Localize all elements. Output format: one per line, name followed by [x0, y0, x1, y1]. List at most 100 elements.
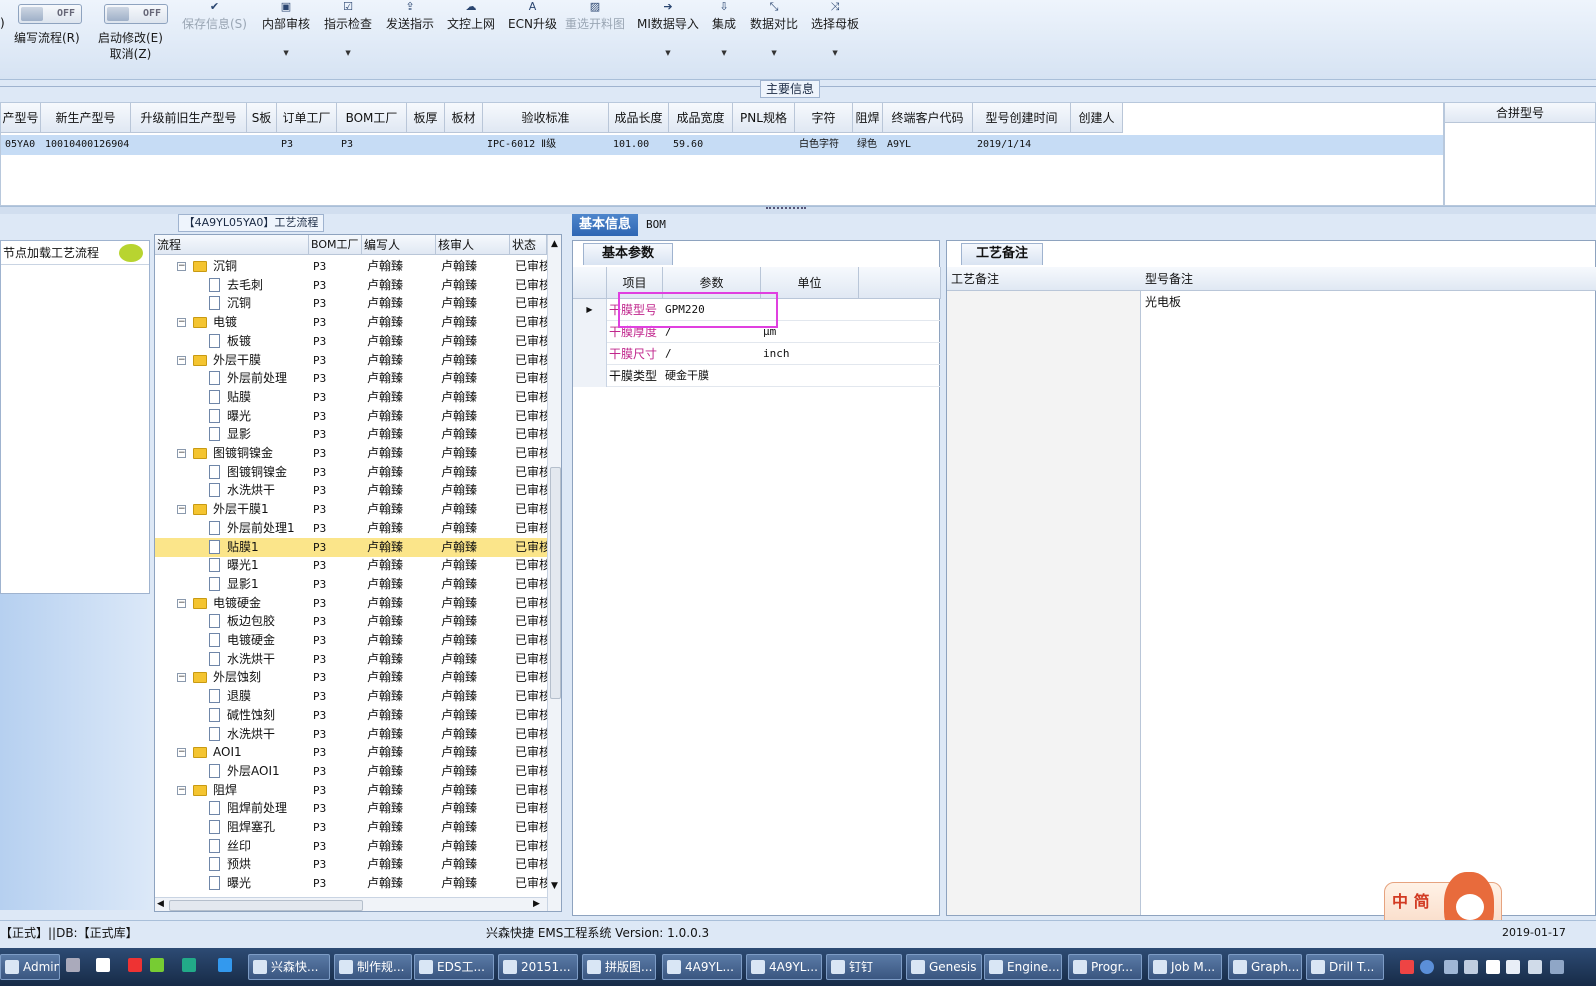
collapse-icon[interactable]: −: [177, 355, 186, 365]
tree-row[interactable]: 板镀 P3 卢翰臻 卢翰臻 已审核: [155, 332, 547, 351]
tree-row[interactable]: − 外层干膜 P3 卢翰臻 卢翰臻 已审核: [155, 351, 547, 370]
main-info-col-header[interactable]: S板: [247, 103, 277, 133]
edit-flow-toggle[interactable]: OFF: [18, 4, 82, 24]
taskbar-item[interactable]: Admin...: [0, 954, 60, 980]
main-info-col-header[interactable]: 升级前旧生产型号: [131, 103, 247, 133]
tree-header-reviewer[interactable]: 核审人: [436, 235, 510, 255]
main-info-col-header[interactable]: PNL规格: [733, 103, 795, 133]
edit-flow-button[interactable]: 编写流程(R): [14, 30, 80, 50]
main-info-cell[interactable]: 白色字符: [795, 135, 853, 155]
collapse-icon[interactable]: −: [177, 785, 186, 795]
main-info-col-header[interactable]: 新生产型号: [41, 103, 131, 133]
main-info-cell[interactable]: 2019/1/14: [973, 135, 1071, 155]
tree-row[interactable]: 板边包胶 P3 卢翰臻 卢翰臻 已审核: [155, 612, 547, 631]
network-tray-icon[interactable]: [1486, 960, 1500, 974]
main-info-cell[interactable]: 10010400126904: [41, 135, 131, 155]
chevron-down-icon[interactable]: ▼: [262, 46, 310, 60]
main-info-col-header[interactable]: 板厚: [407, 103, 445, 133]
chevron-down-icon[interactable]: ▼: [324, 46, 372, 60]
taskbar-item[interactable]: Drill T...: [1306, 954, 1384, 980]
taskbar-item[interactable]: Engine...: [984, 954, 1062, 980]
chevron-down-icon[interactable]: ▼: [811, 46, 859, 60]
tree-row[interactable]: 阻焊塞孔 P3 卢翰臻 卢翰臻 已审核: [155, 818, 547, 837]
main-info-col-header[interactable]: 验收标准: [483, 103, 609, 133]
collapse-icon[interactable]: −: [177, 449, 186, 458]
tree-row[interactable]: 水洗烘干 P3 卢翰臻 卢翰臻 已审核: [155, 725, 547, 744]
collapse-icon[interactable]: −: [177, 598, 186, 608]
main-info-col-header[interactable]: 成品长度: [609, 103, 669, 133]
tree-row[interactable]: − 外层干膜1 P3 卢翰臻 卢翰臻 已审核: [155, 500, 547, 519]
window-tray-icon[interactable]: [1444, 960, 1458, 974]
taskbar-app-icon[interactable]: [128, 958, 142, 972]
taskbar-item[interactable]: Graph...: [1228, 954, 1302, 980]
main-info-cell[interactable]: [445, 135, 483, 155]
main-info-cell[interactable]: [1071, 135, 1123, 155]
collapse-icon[interactable]: −: [177, 673, 186, 683]
horizontal-splitter[interactable]: [0, 206, 1596, 214]
check-instruction-button[interactable]: ☑ 指示检查 ▼: [324, 0, 372, 80]
tree-row[interactable]: − 沉铜 P3 卢翰臻 卢翰臻 已审核: [155, 257, 547, 276]
tree-header-status[interactable]: 状态: [510, 235, 547, 255]
main-info-cell[interactable]: IPC-6012 Ⅱ级: [483, 135, 609, 155]
main-info-cell[interactable]: 101.00: [609, 135, 669, 155]
tree-row[interactable]: 去毛刺 P3 卢翰臻 卢翰臻 已审核: [155, 276, 547, 295]
tree-header-bom[interactable]: BOM工厂: [309, 235, 362, 255]
doc-upload-button[interactable]: ☁ 文控上网: [447, 0, 495, 80]
main-info-cell[interactable]: P3: [337, 135, 407, 155]
scroll-left-icon[interactable]: ◀: [157, 899, 164, 909]
tree-row[interactable]: − 阻焊 P3 卢翰臻 卢翰臻 已审核: [155, 781, 547, 800]
battery-tray-icon[interactable]: [1528, 960, 1542, 974]
tree-row[interactable]: 贴膜 P3 卢翰臻 卢翰臻 已审核: [155, 388, 547, 407]
reselect-cutting-button[interactable]: ▨ 重选开料图: [565, 0, 625, 80]
tree-row[interactable]: 曝光 P3 卢翰臻 卢翰臻 已审核: [155, 407, 547, 426]
scroll-up-icon[interactable]: ▲: [551, 239, 558, 249]
taskbar-app-icon[interactable]: [96, 958, 110, 972]
main-info-col-header[interactable]: 阻焊: [853, 103, 883, 133]
taskbar-item[interactable]: 制作规...: [334, 954, 412, 980]
main-info-col-header[interactable]: 创建人: [1071, 103, 1123, 133]
param-row[interactable]: 干膜尺寸 / inch: [573, 343, 941, 365]
main-info-cell[interactable]: A9YL: [883, 135, 973, 155]
main-info-cell[interactable]: 05YA0: [1, 135, 41, 155]
scroll-right-icon[interactable]: ▶: [533, 899, 540, 909]
main-info-col-header[interactable]: 板材: [445, 103, 483, 133]
collapse-icon[interactable]: −: [177, 748, 186, 758]
chevron-down-icon[interactable]: ▼: [712, 46, 736, 60]
main-info-cell[interactable]: 59.60: [669, 135, 733, 155]
tree-row[interactable]: − AOI1 P3 卢翰臻 卢翰臻 已审核: [155, 743, 547, 762]
tree-row[interactable]: 外层前处理1 P3 卢翰臻 卢翰臻 已审核: [155, 519, 547, 538]
tree-row[interactable]: 沉铜 P3 卢翰臻 卢翰臻 已审核: [155, 294, 547, 313]
main-info-col-header[interactable]: 成品宽度: [669, 103, 733, 133]
tab-bom[interactable]: BOM: [646, 214, 666, 236]
taskbar-app-icon[interactable]: [218, 958, 232, 972]
integrate-button[interactable]: ⇩ 集成 ▼: [712, 0, 736, 80]
start-edit-button[interactable]: 启动修改(E) 取消(Z): [98, 30, 163, 64]
param-value[interactable]: /: [665, 343, 672, 365]
main-info-col-header[interactable]: 订单工厂: [277, 103, 337, 133]
tree-row[interactable]: 电镀硬金 P3 卢翰臻 卢翰臻 已审核: [155, 631, 547, 650]
model-notes-value[interactable]: 光电板: [1145, 293, 1181, 310]
taskbar-item[interactable]: Progr...: [1068, 954, 1142, 980]
tree-row[interactable]: 曝光1 P3 卢翰臻 卢翰臻 已审核: [155, 556, 547, 575]
param-value[interactable]: 硬金干膜: [665, 365, 709, 387]
help-tray-icon[interactable]: [1420, 960, 1434, 974]
taskbar-item[interactable]: 4A9YL...: [662, 954, 742, 980]
taskbar-item[interactable]: 4A9YL...: [746, 954, 822, 980]
tree-row[interactable]: 水洗烘干 P3 卢翰臻 卢翰臻 已审核: [155, 650, 547, 669]
main-info-cell[interactable]: [131, 135, 247, 155]
chevron-down-icon[interactable]: ▼: [750, 46, 798, 60]
taskbar-item[interactable]: 拼版图...: [582, 954, 656, 980]
taskbar-app-icon[interactable]: [150, 958, 164, 972]
tree-row[interactable]: 显影1 P3 卢翰臻 卢翰臻 已审核: [155, 575, 547, 594]
collapse-icon[interactable]: −: [177, 505, 186, 515]
send-instruction-button[interactable]: ⇪ 发送指示: [386, 0, 434, 80]
scroll-down-icon[interactable]: ▼: [551, 881, 558, 891]
taskbar-item[interactable]: Job M...: [1148, 954, 1222, 980]
param-row[interactable]: 干膜类型 硬金干膜: [573, 365, 941, 387]
tree-header-flow[interactable]: 流程: [155, 235, 309, 255]
main-info-col-header[interactable]: 型号创建时间: [973, 103, 1071, 133]
taskbar-app-icon[interactable]: [182, 958, 196, 972]
main-info-col-header[interactable]: BOM工厂: [337, 103, 407, 133]
volume-tray-icon[interactable]: [1506, 960, 1520, 974]
scroll-thumb[interactable]: [169, 900, 363, 911]
